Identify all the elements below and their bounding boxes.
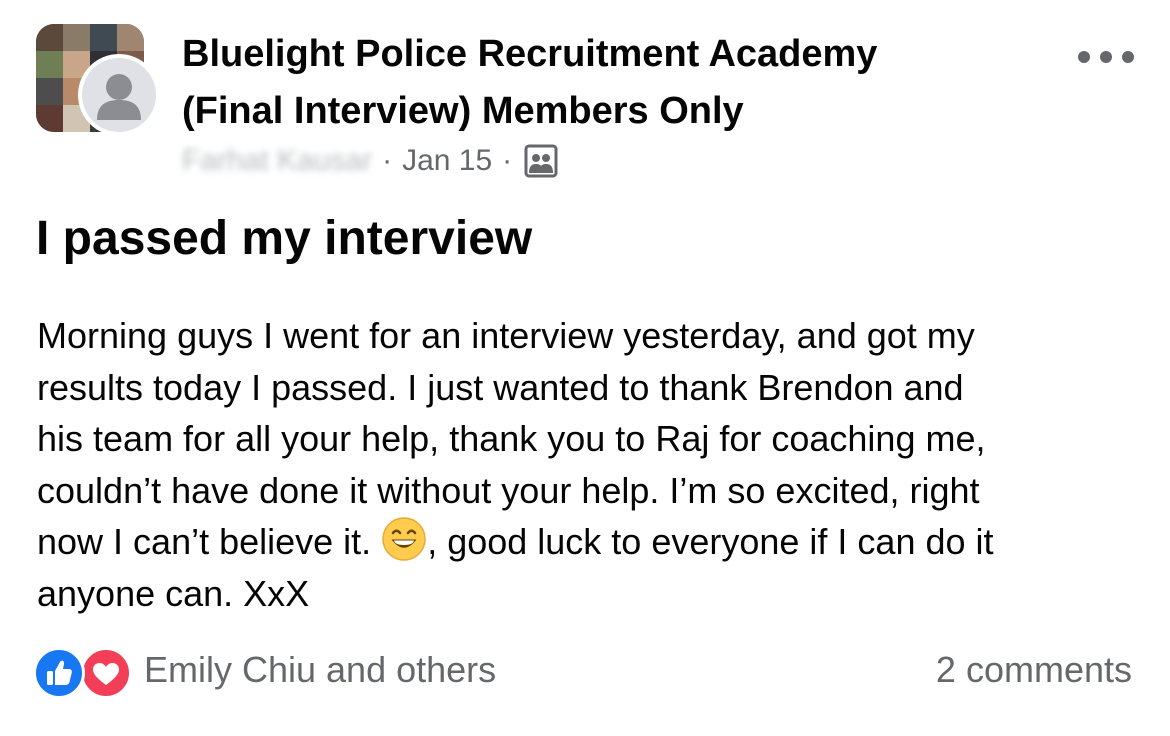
group-audience-icon [524,144,558,178]
love-icon [80,647,132,699]
post-date[interactable]: Jan 15 [402,144,492,178]
like-icon [33,647,85,699]
reaction-icons [33,645,134,699]
comments-count-link[interactable]: 2 comments [936,644,1132,696]
group-name[interactable]: Bluelight Police Recruitment Academy (Fi… [182,26,1002,140]
group-name-line1: Bluelight Police Recruitment Academy [182,33,878,75]
author-avatar[interactable] [78,54,160,136]
post-body-line: couldn’t have done it without your help.… [37,469,980,511]
grinning-face-emoji [382,517,426,561]
post-body-line-with-emoji: now I can’t believe it. , good luck to e… [37,516,1147,568]
meta-separator: · [502,144,513,177]
author-name[interactable]: Farhat Kausar [182,144,372,178]
post-body-line: results today I passed. I just wanted to… [37,366,964,408]
post-body-line: anyone can. XxX [37,572,310,614]
default-person-icon [97,74,141,120]
more-dot-icon [1100,51,1112,63]
more-options-button[interactable] [1078,42,1134,72]
meta-separator: · [382,144,393,177]
post-meta: Farhat Kausar · Jan 15 · [182,140,558,182]
post-body-text: , good luck to everyone if I can do it [427,521,994,562]
reactions-summary[interactable]: Emily Chiu and others [33,644,497,699]
post-body-text: now I can’t believe it. [37,521,382,562]
reactions-text: Emily Chiu and others [144,649,497,690]
post-title: I passed my interview [36,212,533,265]
post-body-line: his team for all your help, thank you to… [37,418,986,459]
group-name-line2: (Final Interview) Members Only [182,90,744,132]
more-dot-icon [1078,51,1090,63]
more-dot-icon [1122,51,1134,63]
post-body: Morning guys I went for an interview yes… [37,310,1147,619]
post-body-line: Morning guys I went for an interview yes… [37,315,975,356]
